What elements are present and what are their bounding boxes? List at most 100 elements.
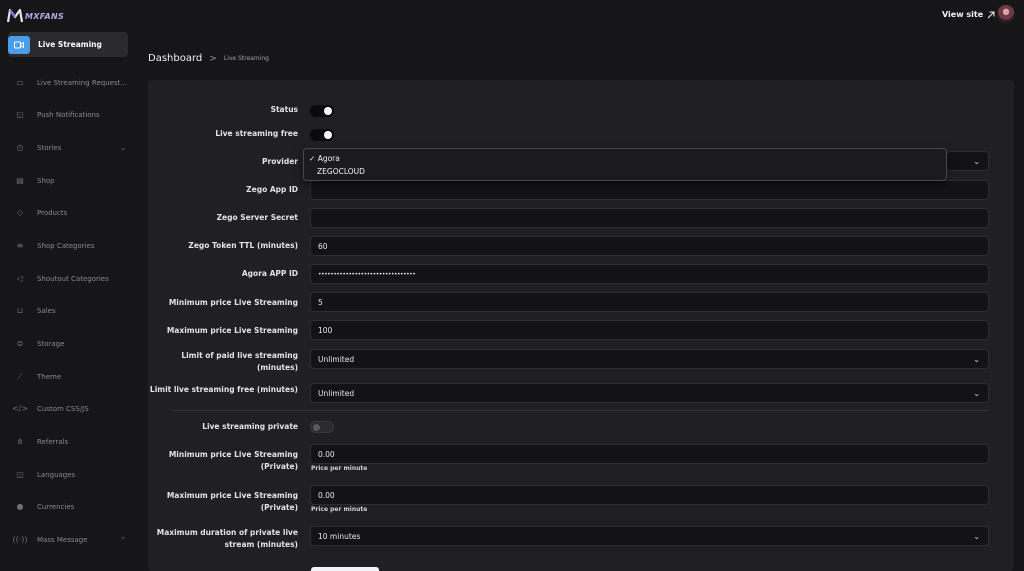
notification-icon: ◱ (16, 110, 24, 119)
megaphone-icon: ◁ (16, 274, 24, 283)
shop-icon: ▤ (16, 176, 24, 185)
sidebar-item-label: Products (37, 208, 68, 217)
check-icon: ✓ (309, 154, 316, 163)
brand-logo[interactable]: MXFANS (7, 8, 64, 24)
sidebar-item-label: Referrals (37, 437, 69, 446)
sidebar-item-storage[interactable]: ⊜ Storage (8, 331, 128, 356)
chevron-down-icon: ⌄ (973, 354, 980, 364)
status-toggle[interactable] (310, 105, 334, 117)
sidebar-item-sales[interactable]: ⊔ Sales (8, 298, 128, 323)
provider-option-agora[interactable]: ✓ Agora (309, 154, 340, 163)
sidebar-item-mass-message[interactable]: ((·)) Mass Message ⌃ (8, 527, 128, 552)
sidebar-item-shop-categories[interactable]: ≡ Shop Categories (8, 233, 128, 258)
status-label: Status (270, 105, 298, 114)
provider-option-zegocloud[interactable]: ZEGOCLOUD (317, 167, 365, 176)
coins-icon: ● (16, 502, 24, 511)
section-divider (172, 410, 989, 411)
sidebar-item-label: Mass Message (37, 535, 88, 544)
min-price-private-input[interactable]: 0.00 (310, 444, 989, 464)
chevron-down-icon: ⌄ (973, 156, 980, 166)
max-price-private-label: Maximum price Live Streaming (Private) (148, 490, 298, 514)
broadcast-icon: ((·)) (12, 535, 28, 544)
live-streaming-private-toggle[interactable] (310, 421, 334, 433)
provider-select[interactable]: ⌄ (946, 151, 989, 171)
min-price-private-label-line2: (Private) (260, 462, 298, 471)
sidebar-item-stories[interactable]: ◷ Stories ⌄ (8, 135, 128, 160)
language-icon: ◫ (16, 470, 24, 479)
zego-app-id-label: Zego App ID (246, 185, 298, 194)
chevron-up-icon: ⌃ (120, 535, 126, 544)
sidebar-item-push-notifications[interactable]: ◱ Push Notifications (8, 102, 128, 127)
video-icon (8, 35, 30, 54)
live-streaming-free-label: Live streaming free (215, 129, 298, 138)
logo-mark-icon (7, 8, 23, 23)
min-price-private-label-line1: Minimum price Live Streaming (168, 450, 298, 459)
max-duration-private-label-line2: stream (minutes) (224, 540, 298, 549)
sidebar-item-theme[interactable]: ⟋ Theme (8, 364, 128, 389)
live-streaming-free-toggle[interactable] (310, 129, 334, 141)
limit-free-value: Unlimited (318, 388, 355, 398)
sidebar-item-live-streaming[interactable]: Live Streaming (8, 32, 128, 57)
top-bar: MXFANS View site (0, 0, 1024, 30)
sidebar-item-label: Currencies (37, 502, 75, 511)
limit-paid-select[interactable]: Unlimited ⌄ (310, 349, 989, 369)
max-price-private-input[interactable]: 0.00 (310, 485, 989, 505)
live-streaming-private-label: Live streaming private (202, 422, 298, 431)
limit-free-select[interactable]: Unlimited ⌄ (310, 383, 989, 403)
referrals-icon: ⋔ (16, 437, 24, 446)
sidebar-item-label: Shop Categories (37, 241, 95, 250)
list-icon: ≡ (16, 241, 24, 250)
clock-icon: ◷ (16, 143, 24, 152)
sidebar-item-referrals[interactable]: ⋔ Referrals (8, 429, 128, 454)
tag-icon: ◇ (16, 208, 24, 217)
sidebar-item-label: Stories (37, 143, 62, 152)
limit-paid-label: Limit of paid live streaming (minutes) (148, 350, 298, 374)
external-arrow-icon (987, 11, 995, 18)
sidebar: Live Streaming ▭ Live Streaming Request.… (0, 30, 134, 571)
zego-token-ttl-label: Zego Token TTL (minutes) (188, 241, 298, 250)
sidebar-item-label: Shop (37, 176, 55, 185)
sidebar-item-label: Live Streaming (38, 40, 102, 49)
sidebar-item-currencies[interactable]: ● Currencies (8, 494, 128, 519)
sidebar-item-label: Sales (37, 306, 56, 315)
provider-option-label: Agora (317, 154, 340, 163)
sidebar-item-label: Theme (37, 372, 62, 381)
provider-dropdown: ✓ Agora ZEGOCLOUD (303, 148, 947, 181)
agora-app-id-input[interactable]: •••••••••••••••••••••••••••••••• (310, 264, 989, 284)
zego-token-ttl-input[interactable]: 60 (310, 236, 989, 256)
max-duration-private-value: 10 minutes (318, 531, 361, 541)
chevron-down-icon: ⌄ (973, 388, 980, 398)
breadcrumb-separator: > (209, 53, 217, 64)
max-price-private-help: Price per minute (311, 506, 368, 513)
max-price-private-label-line1: Maximum price Live Streaming (166, 491, 298, 500)
sidebar-item-custom-css-js[interactable]: </> Custom CSS/JS (8, 396, 128, 421)
brush-icon: ⟋ (17, 371, 23, 381)
sidebar-item-products[interactable]: ◇ Products (8, 200, 128, 225)
code-icon: </> (11, 404, 29, 413)
limit-paid-label-line1: Limit of paid live streaming (181, 351, 298, 360)
zego-app-id-input[interactable] (310, 180, 989, 200)
min-price-input[interactable]: 5 (310, 292, 989, 312)
save-button[interactable] (311, 567, 379, 571)
sidebar-item-shoutout-categories[interactable]: ◁ Shoutout Categories (8, 266, 128, 291)
sidebar-item-label: Shoutout Categories (37, 274, 109, 283)
chevron-down-icon: ⌄ (120, 143, 126, 152)
sidebar-item-live-streaming-requests[interactable]: ▭ Live Streaming Request... (8, 70, 128, 95)
breadcrumb-dashboard-link[interactable]: Dashboard (148, 53, 202, 64)
min-price-label: Minimum price Live Streaming (168, 298, 298, 307)
sidebar-item-label: Live Streaming Request... (37, 78, 128, 87)
zego-server-secret-input[interactable] (310, 208, 989, 228)
max-duration-private-select[interactable]: 10 minutes ⌄ (310, 526, 989, 546)
user-avatar[interactable] (997, 5, 1015, 23)
database-icon: ⊜ (16, 339, 24, 348)
limit-paid-label-line2: (minutes) (256, 363, 298, 372)
chevron-down-icon: ⌄ (973, 531, 980, 541)
sidebar-item-languages[interactable]: ◫ Languages (8, 462, 128, 487)
sidebar-item-shop[interactable]: ▤ Shop (8, 168, 128, 193)
brand-name: MXFANS (25, 11, 65, 21)
monitor-icon: ▭ (16, 78, 24, 87)
max-price-input[interactable]: 100 (310, 320, 989, 340)
max-duration-private-label: Maximum duration of private live stream … (148, 527, 298, 551)
max-price-private-label-line2: (Private) (260, 503, 298, 512)
view-site-link[interactable]: View site (942, 10, 995, 19)
